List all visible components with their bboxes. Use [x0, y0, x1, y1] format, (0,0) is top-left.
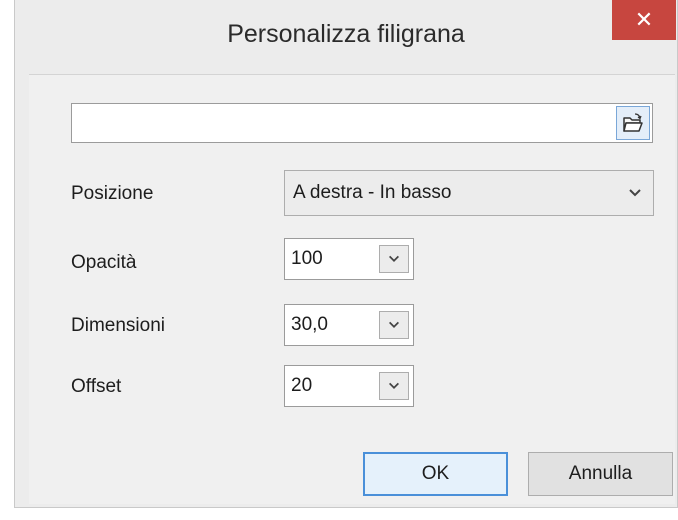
offset-combo[interactable]: 20	[284, 365, 414, 407]
watermark-dialog: Personalizza filigrana ✕ Posizione A des…	[14, 0, 678, 508]
size-dropdown-button[interactable]	[379, 311, 409, 339]
opacity-dropdown-button[interactable]	[379, 245, 409, 273]
offset-value: 20	[291, 375, 313, 396]
offset-dropdown-button[interactable]	[379, 372, 409, 400]
size-value: 30,0	[291, 314, 328, 335]
close-button[interactable]: ✕	[612, 0, 676, 40]
ok-button[interactable]: OK	[363, 452, 508, 496]
size-label: Dimensioni	[71, 315, 165, 336]
chevron-down-icon	[389, 382, 399, 389]
opacity-value: 100	[291, 248, 323, 269]
chevron-down-icon	[629, 189, 641, 197]
position-value: A destra - In basso	[293, 182, 452, 203]
close-icon: ✕	[634, 7, 654, 33]
open-folder-icon	[623, 113, 643, 132]
opacity-combo[interactable]: 100	[284, 238, 414, 280]
cancel-button[interactable]: Annulla	[528, 452, 673, 496]
chevron-down-icon	[389, 321, 399, 328]
chevron-down-icon	[389, 255, 399, 262]
dialog-title: Personalizza filigrana	[227, 20, 465, 48]
opacity-label: Opacità	[71, 252, 137, 273]
position-select[interactable]: A destra - In basso	[284, 170, 654, 216]
dialog-body: Posizione A destra - In basso Opacità 10…	[29, 74, 675, 504]
browse-button[interactable]	[616, 106, 650, 140]
position-label: Posizione	[71, 183, 154, 204]
watermark-file-field[interactable]	[71, 103, 653, 143]
offset-label: Offset	[71, 376, 122, 397]
title-bar: Personalizza filigrana ✕	[15, 0, 677, 74]
size-combo[interactable]: 30,0	[284, 304, 414, 346]
